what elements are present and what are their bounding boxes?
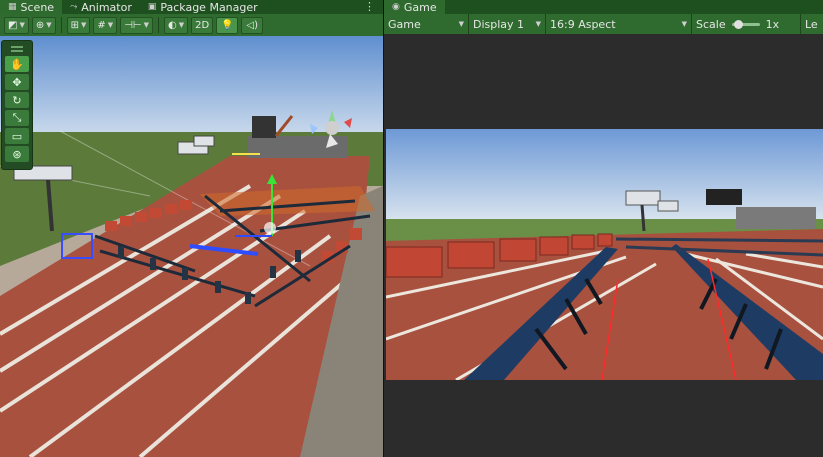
hand-tool-button[interactable]: ✋ — [5, 56, 29, 72]
grid-icon: ▦ — [8, 2, 17, 12]
overflow-label: Le — [805, 17, 818, 31]
tab-game[interactable]: ◉ Game — [384, 0, 445, 14]
aspect-value: 16:9 Aspect — [550, 17, 616, 31]
chevron-down-icon: ▼ — [19, 21, 25, 29]
scene-viewport[interactable] — [0, 36, 383, 457]
tab-package-manager-label: Package Manager — [160, 0, 258, 14]
snap-icon: ⊞ — [70, 19, 80, 31]
scene-render — [0, 36, 383, 457]
drag-handle[interactable] — [11, 46, 23, 52]
game-tab-bar: ◉ Game — [384, 0, 823, 14]
scene-more-menu[interactable]: ⋮ — [364, 0, 375, 14]
globe-icon: ⊕ — [35, 19, 45, 31]
render-mode-button[interactable]: ◐ ▼ — [164, 16, 189, 34]
draw-mode-icon: ◩ — [8, 19, 18, 31]
aspect-dropdown[interactable]: 16:9 Aspect ▼ — [546, 14, 691, 34]
scene-tab-bar: ▦ Scene ⤳ Animator ▣ Package Manager ⋮ — [0, 0, 383, 14]
chevron-down-icon: ▼ — [143, 21, 149, 29]
lightbulb-icon: 💡 — [220, 19, 234, 31]
chevron-down-icon: ▼ — [458, 20, 464, 28]
toolbar-divider — [60, 17, 62, 33]
grid-button[interactable]: # ▼ — [93, 16, 118, 34]
tab-scene-label: Scene — [20, 0, 55, 14]
scale-slider-handle[interactable] — [733, 19, 743, 29]
scene-panel: ▦ Scene ⤳ Animator ▣ Package Manager ⋮ ◩… — [0, 0, 383, 457]
tool-palette: ✋ ✥ ↻ ⤡ ▭ ⊛ — [1, 40, 33, 170]
draw-mode-button[interactable]: ◩ ▼ — [4, 16, 29, 34]
game-toolbar: Game ▼ Display 1 ▼ 16:9 Aspect ▼ Scale 1… — [384, 14, 823, 34]
chevron-down-icon: ▼ — [681, 20, 687, 28]
transform-tool-button[interactable]: ⊛ — [5, 146, 29, 162]
grid-snap-icon: # — [97, 19, 106, 31]
tab-scene[interactable]: ▦ Scene — [0, 0, 63, 14]
package-icon: ▣ — [147, 2, 157, 12]
display-value: Display 1 — [473, 17, 525, 31]
move-icon: ✥ — [12, 75, 22, 89]
chevron-down-icon: ▼ — [107, 21, 114, 29]
chevron-down-icon: ▼ — [81, 21, 87, 29]
snap-button[interactable]: ⊞ ▼ — [66, 16, 91, 34]
scale-tool-button[interactable]: ⤡ — [5, 110, 29, 126]
transform-icon: ⊛ — [12, 147, 22, 161]
game-viewport[interactable] — [386, 129, 823, 380]
lighting-toggle[interactable]: 💡 — [216, 16, 239, 34]
move-tool-button[interactable]: ✥ — [5, 74, 29, 90]
increment-snap-button[interactable]: ⊣⊢ ▼ — [120, 16, 153, 34]
game-panel: ◉ Game Game ▼ Display 1 ▼ 16:9 Aspect ▼ … — [384, 0, 823, 457]
game-mode-dropdown[interactable]: Game ▼ — [384, 14, 468, 34]
tab-package-manager[interactable]: ▣ Package Manager — [140, 0, 266, 14]
scale-value: 1x — [765, 17, 780, 31]
rotate-icon: ↻ — [12, 93, 22, 107]
orientation-button[interactable]: ⊕ ▼ — [31, 16, 56, 34]
overflow-button[interactable]: Le — [801, 14, 822, 34]
chevron-down-icon: ▼ — [178, 21, 185, 29]
display-dropdown[interactable]: Display 1 ▼ — [469, 14, 545, 34]
speaker-icon: ◁) — [246, 19, 258, 31]
rect-icon: ▭ — [11, 129, 23, 143]
game-render — [386, 129, 823, 380]
rect-tool-button[interactable]: ▭ — [5, 128, 29, 144]
audio-toggle[interactable]: ◁) — [241, 16, 264, 34]
hand-icon: ✋ — [10, 57, 24, 71]
animator-icon: ⤳ — [70, 2, 78, 12]
orientation-gizmo[interactable] — [300, 104, 364, 152]
chevron-down-icon: ▼ — [46, 21, 52, 29]
view-2d-button[interactable]: 2D — [191, 16, 214, 34]
scale-slider[interactable] — [731, 19, 760, 29]
rotate-tool-button[interactable]: ↻ — [5, 92, 29, 108]
scale-control: Scale 1x — [692, 14, 800, 34]
gamepad-icon: ◉ — [392, 2, 400, 12]
increment-snap-icon: ⊣⊢ — [124, 19, 142, 31]
scale-icon: ⤡ — [12, 111, 22, 124]
toolbar-divider — [158, 17, 159, 33]
sphere-icon: ◐ — [168, 19, 177, 31]
game-mode-value: Game — [388, 17, 421, 31]
chevron-down-icon: ▼ — [535, 20, 541, 28]
tab-game-label: Game — [403, 0, 437, 14]
scene-toolbar: ◩ ▼ ⊕ ▼ ⊞ ▼ # ▼ ⊣⊢ ▼ ◐ ▼ 2D 💡 ◁) — [0, 14, 383, 36]
view-2d-label: 2D — [195, 19, 210, 31]
tab-animator-label: Animator — [81, 0, 132, 14]
tab-animator[interactable]: ⤳ Animator — [62, 0, 140, 14]
scale-label: Scale — [696, 17, 726, 31]
